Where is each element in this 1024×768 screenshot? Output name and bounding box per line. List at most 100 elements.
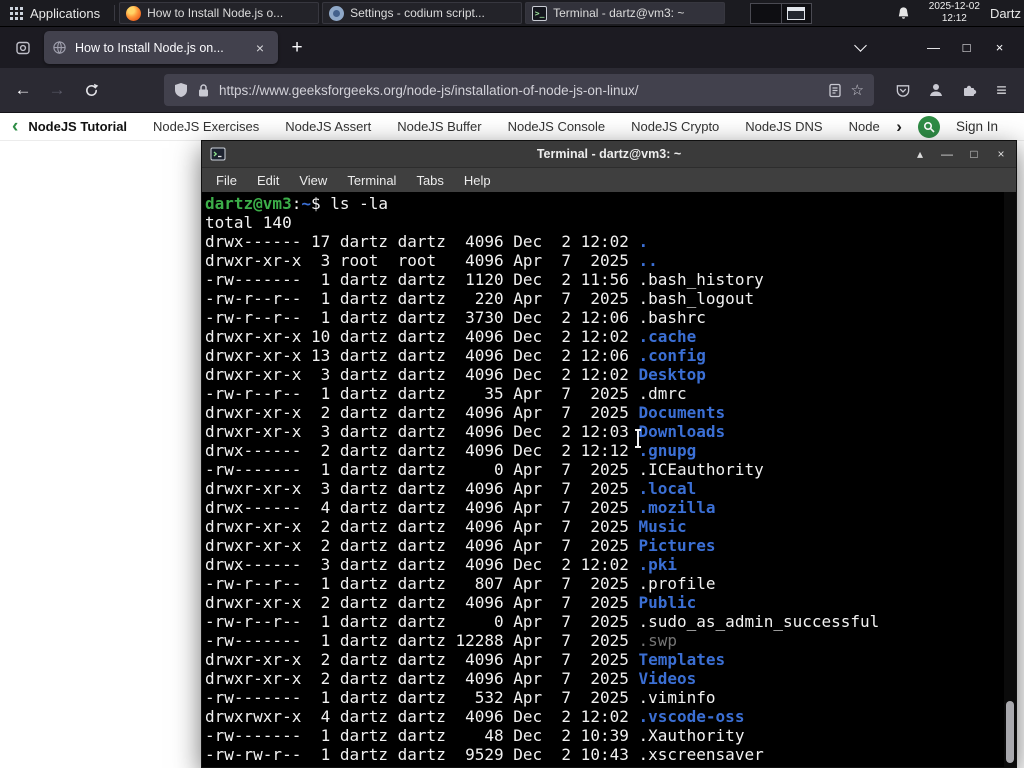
task-button[interactable]: How to Install Node.js o... xyxy=(119,2,320,24)
workspace-switcher[interactable] xyxy=(749,2,812,24)
clock-time: 12:12 xyxy=(941,13,967,24)
terminal-line: total 140 xyxy=(205,213,292,232)
menu-button[interactable]: ≡ xyxy=(985,74,1018,106)
gfg-navbar: ‹ NodeJS Tutorial NodeJS Exercises NodeJS … xyxy=(0,113,1024,141)
search-icon[interactable] xyxy=(917,115,940,138)
command-text: ls -la xyxy=(330,194,389,213)
workspace-2[interactable] xyxy=(780,3,811,23)
terminal-line: drwxr-xr-x 2 dartz dartz 4096 Apr 7 2025… xyxy=(205,403,726,422)
menu-tabs[interactable]: Tabs xyxy=(406,173,453,188)
task-label: Terminal - dartz@vm3: ~ xyxy=(553,6,685,20)
terminal-line: drwx------ 17 dartz dartz 4096 Dec 2 12:… xyxy=(205,232,649,251)
task-label: Settings - codium script... xyxy=(350,6,485,20)
taskbar: How to Install Node.js o... Settings - co… xyxy=(119,0,726,26)
terminal-line: drwxr-xr-x 2 dartz dartz 4096 Apr 7 2025… xyxy=(205,536,716,555)
window-maximize-button[interactable]: □ xyxy=(950,33,983,63)
list-all-tabs-button[interactable] xyxy=(845,33,875,63)
window-controls: — □ × xyxy=(845,33,1016,63)
tab-favicon-globe-icon xyxy=(52,40,67,55)
panel-separator xyxy=(114,5,116,21)
prompt-path: ~ xyxy=(301,194,311,213)
account-icon[interactable] xyxy=(919,74,952,106)
menu-help[interactable]: Help xyxy=(454,173,501,188)
terminal-line: -rw------- 1 dartz dartz 48 Dec 2 10:39 … xyxy=(205,726,745,745)
tab-close-button[interactable]: × xyxy=(250,38,270,58)
firefox-icon xyxy=(126,5,142,21)
menu-terminal[interactable]: Terminal xyxy=(337,173,406,188)
terminal-line: -rw------- 1 dartz dartz 0 Apr 7 2025 .I… xyxy=(205,460,764,479)
firefox-view-icon xyxy=(15,40,31,56)
gfg-nav-item[interactable]: NodeJS Crypto xyxy=(631,119,719,134)
gfg-nav-item[interactable]: Node xyxy=(849,119,880,134)
terminal-line: -rw-r--r-- 1 dartz dartz 0 Apr 7 2025 .s… xyxy=(205,612,880,631)
task-button[interactable]: >_ Terminal - dartz@vm3: ~ xyxy=(525,2,726,24)
terminal-line: drwx------ 4 dartz dartz 4096 Apr 7 2025… xyxy=(205,498,716,517)
terminal-minimize-button[interactable]: — xyxy=(940,141,954,167)
firefox-view-button[interactable] xyxy=(8,33,38,63)
applications-label: Applications xyxy=(30,5,101,21)
mouse-text-cursor xyxy=(635,429,641,448)
bookmark-star-icon[interactable]: ☆ xyxy=(851,83,864,98)
task-label: How to Install Node.js o... xyxy=(147,6,284,20)
gfg-nav-items: NodeJS Tutorial NodeJS Exercises NodeJS As… xyxy=(28,119,888,134)
clock[interactable]: 2025-12-02 12:12 xyxy=(929,1,980,26)
task-button[interactable]: Settings - codium script... xyxy=(322,2,523,24)
scrollbar-thumb[interactable] xyxy=(1006,701,1014,763)
terminal-titlebar[interactable]: Terminal - dartz@vm3: ~ ▴ — □ × xyxy=(202,141,1016,167)
url-bar[interactable]: https://www.geeksforgeeks.org/node-js/in… xyxy=(164,74,874,106)
pocket-icon[interactable] xyxy=(886,74,919,106)
clock-date: 2025-12-02 xyxy=(928,0,980,12)
lock-icon[interactable] xyxy=(197,83,210,98)
terminal-shade-button[interactable]: ▴ xyxy=(913,141,927,167)
reader-mode-icon[interactable] xyxy=(828,83,842,98)
gfg-nav-item[interactable]: NodeJS Buffer xyxy=(397,119,481,134)
terminal-line: drwxr-xr-x 2 dartz dartz 4096 Apr 7 2025… xyxy=(205,517,687,536)
terminal-close-button[interactable]: × xyxy=(994,141,1008,167)
applications-grid-icon xyxy=(10,6,23,20)
extensions-icon[interactable] xyxy=(952,74,985,106)
menu-edit[interactable]: Edit xyxy=(247,173,289,188)
terminal-line: drwxr-xr-x 2 dartz dartz 4096 Apr 7 2025… xyxy=(205,669,697,688)
terminal-icon: >_ xyxy=(532,5,548,21)
nav-back-chevron-icon[interactable]: ‹ xyxy=(12,117,18,136)
prompt-user-host: dartz@vm3 xyxy=(205,194,292,213)
terminal-maximize-button[interactable]: □ xyxy=(967,141,981,167)
terminal-line: -rw-rw-r-- 1 dartz dartz 9529 Dec 2 10:4… xyxy=(205,745,764,764)
sign-in-button[interactable]: Sign In xyxy=(956,119,998,134)
terminal-line: drwxr-xr-x 3 dartz dartz 4096 Dec 2 12:0… xyxy=(205,365,706,384)
gfg-nav-item[interactable]: NodeJS DNS xyxy=(745,119,822,134)
terminal-line: drwx------ 3 dartz dartz 4096 Dec 2 12:0… xyxy=(205,555,678,574)
terminal-output: total 140 drwx------ 17 dartz dartz 4096 … xyxy=(205,213,1002,764)
window-minimize-button[interactable]: — xyxy=(917,33,950,63)
tab-bar: How to Install Node.js on... × + — □ × xyxy=(0,27,1024,68)
gfg-nav-item[interactable]: NodeJS Console xyxy=(508,119,606,134)
menu-file[interactable]: File xyxy=(206,173,247,188)
window-close-button[interactable]: × xyxy=(983,33,1016,63)
toolbar-icons: ≡ xyxy=(886,74,1018,106)
nav-scroll-right-icon[interactable]: › xyxy=(896,118,902,135)
terminal-content[interactable]: dartz@vm3:~$ ls -la total 140 drwx------ … xyxy=(202,192,1016,767)
gfg-nav-item[interactable]: NodeJS Exercises xyxy=(153,119,259,134)
gfg-nav-item[interactable]: NodeJS Tutorial xyxy=(28,119,127,134)
new-tab-button[interactable]: + xyxy=(282,33,312,63)
notification-bell-icon[interactable] xyxy=(896,6,911,21)
back-button[interactable]: ← xyxy=(6,74,40,106)
reload-button[interactable] xyxy=(74,74,108,106)
applications-menu-button[interactable]: Applications xyxy=(0,0,110,26)
navigation-toolbar: ← → https://www.geeksforgeeks.org/node-j… xyxy=(0,68,1024,113)
workspace-1[interactable] xyxy=(751,4,781,23)
menu-view[interactable]: View xyxy=(289,173,337,188)
terminal-line: drwxr-xr-x 2 dartz dartz 4096 Apr 7 2025… xyxy=(205,593,697,612)
top-panel: Applications How to Install Node.js o...… xyxy=(0,0,1024,27)
tracking-shield-icon[interactable] xyxy=(174,82,188,98)
url-text[interactable]: https://www.geeksforgeeks.org/node-js/in… xyxy=(219,83,819,98)
settings-icon xyxy=(329,5,345,21)
forward-button[interactable]: → xyxy=(40,74,74,106)
terminal-line: -rw------- 1 dartz dartz 532 Apr 7 2025 … xyxy=(205,688,716,707)
terminal-window-controls: ▴ — □ × xyxy=(913,141,1008,167)
terminal-line: drwxr-xr-x 10 dartz dartz 4096 Dec 2 12:… xyxy=(205,327,697,346)
terminal-scrollbar[interactable] xyxy=(1004,192,1016,767)
terminal-line: drwx------ 2 dartz dartz 4096 Dec 2 12:1… xyxy=(205,441,697,460)
active-tab[interactable]: How to Install Node.js on... × xyxy=(44,31,278,64)
gfg-nav-item[interactable]: NodeJS Assert xyxy=(285,119,371,134)
